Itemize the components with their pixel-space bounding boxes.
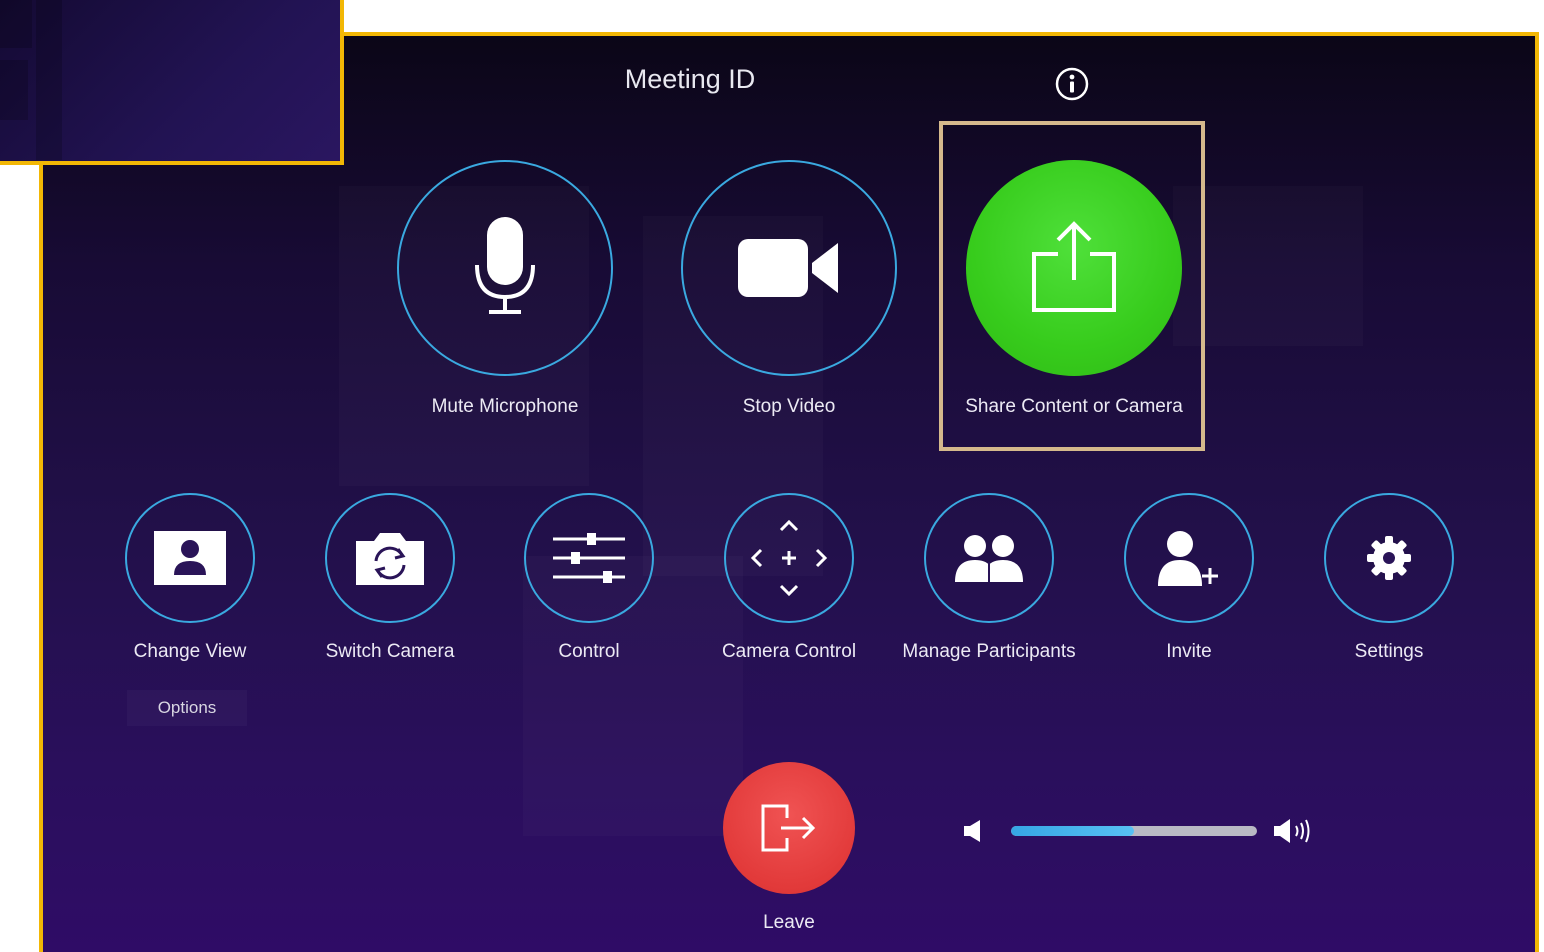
mute-microphone-ring — [397, 160, 613, 376]
self-view-thumbnail[interactable] — [0, 0, 344, 165]
participants-icon — [955, 535, 1023, 582]
switch-camera-icon — [356, 533, 424, 585]
volume-down-button[interactable] — [962, 818, 986, 844]
control-button[interactable]: Control — [489, 493, 689, 663]
manage-participants-button[interactable]: Manage Participants — [889, 493, 1089, 663]
switch-camera-label: Switch Camera — [325, 641, 455, 662]
camera-control-arrows-icon — [750, 519, 828, 597]
invite-button[interactable]: Invite — [1089, 493, 1289, 663]
change-view-button[interactable]: Change View — [90, 493, 290, 663]
gear-icon — [1367, 536, 1411, 580]
stop-video-label: Stop Video — [742, 396, 836, 417]
exit-icon — [761, 804, 816, 852]
stop-video-button[interactable]: Stop Video — [659, 160, 919, 418]
thumbnail-tile — [0, 0, 32, 48]
control-label: Control — [558, 641, 620, 662]
mute-microphone-button[interactable]: Mute Microphone — [375, 160, 635, 418]
change-view-label: Change View — [133, 641, 247, 662]
share-highlight-box — [939, 121, 1205, 451]
settings-label: Settings — [1354, 641, 1424, 662]
volume-slider-fill — [1011, 826, 1134, 836]
add-user-icon — [1158, 531, 1218, 586]
manage-participants-ring — [924, 493, 1054, 623]
thumbnail-tile — [36, 0, 62, 160]
leave-circle — [723, 762, 855, 894]
change-view-ring — [125, 493, 255, 623]
mute-microphone-label: Mute Microphone — [431, 396, 579, 417]
invite-label: Invite — [1166, 641, 1212, 662]
leave-button[interactable]: Leave — [689, 762, 889, 934]
settings-button[interactable]: Settings — [1289, 493, 1489, 663]
switch-camera-ring — [325, 493, 455, 623]
speaker-low-icon — [964, 820, 980, 842]
switch-camera-button[interactable]: Switch Camera — [290, 493, 490, 663]
video-camera-icon — [738, 239, 838, 297]
sliders-icon — [553, 533, 625, 583]
leave-label: Leave — [763, 912, 815, 933]
control-ring — [524, 493, 654, 623]
stop-video-ring — [681, 160, 897, 376]
speaker-high-icon — [1274, 819, 1310, 843]
camera-control-label: Camera Control — [721, 641, 857, 662]
manage-participants-label: Manage Participants — [902, 641, 1076, 662]
thumbnail-tile — [0, 60, 28, 120]
volume-up-button[interactable] — [1272, 816, 1316, 846]
screen: Meeting ID Mute Microphone Stop Video Sh… — [0, 0, 1544, 952]
change-view-icon — [154, 531, 226, 585]
microphone-icon — [475, 217, 535, 314]
volume-slider[interactable] — [1011, 826, 1257, 836]
options-button[interactable]: Options — [127, 690, 247, 726]
camera-control-button[interactable]: Camera Control — [689, 493, 889, 663]
camera-control-ring — [724, 493, 854, 623]
meeting-id-title: Meeting ID — [624, 64, 756, 94]
invite-ring — [1124, 493, 1254, 623]
info-icon — [1055, 67, 1089, 101]
settings-ring — [1324, 493, 1454, 623]
info-button[interactable] — [1054, 66, 1090, 102]
